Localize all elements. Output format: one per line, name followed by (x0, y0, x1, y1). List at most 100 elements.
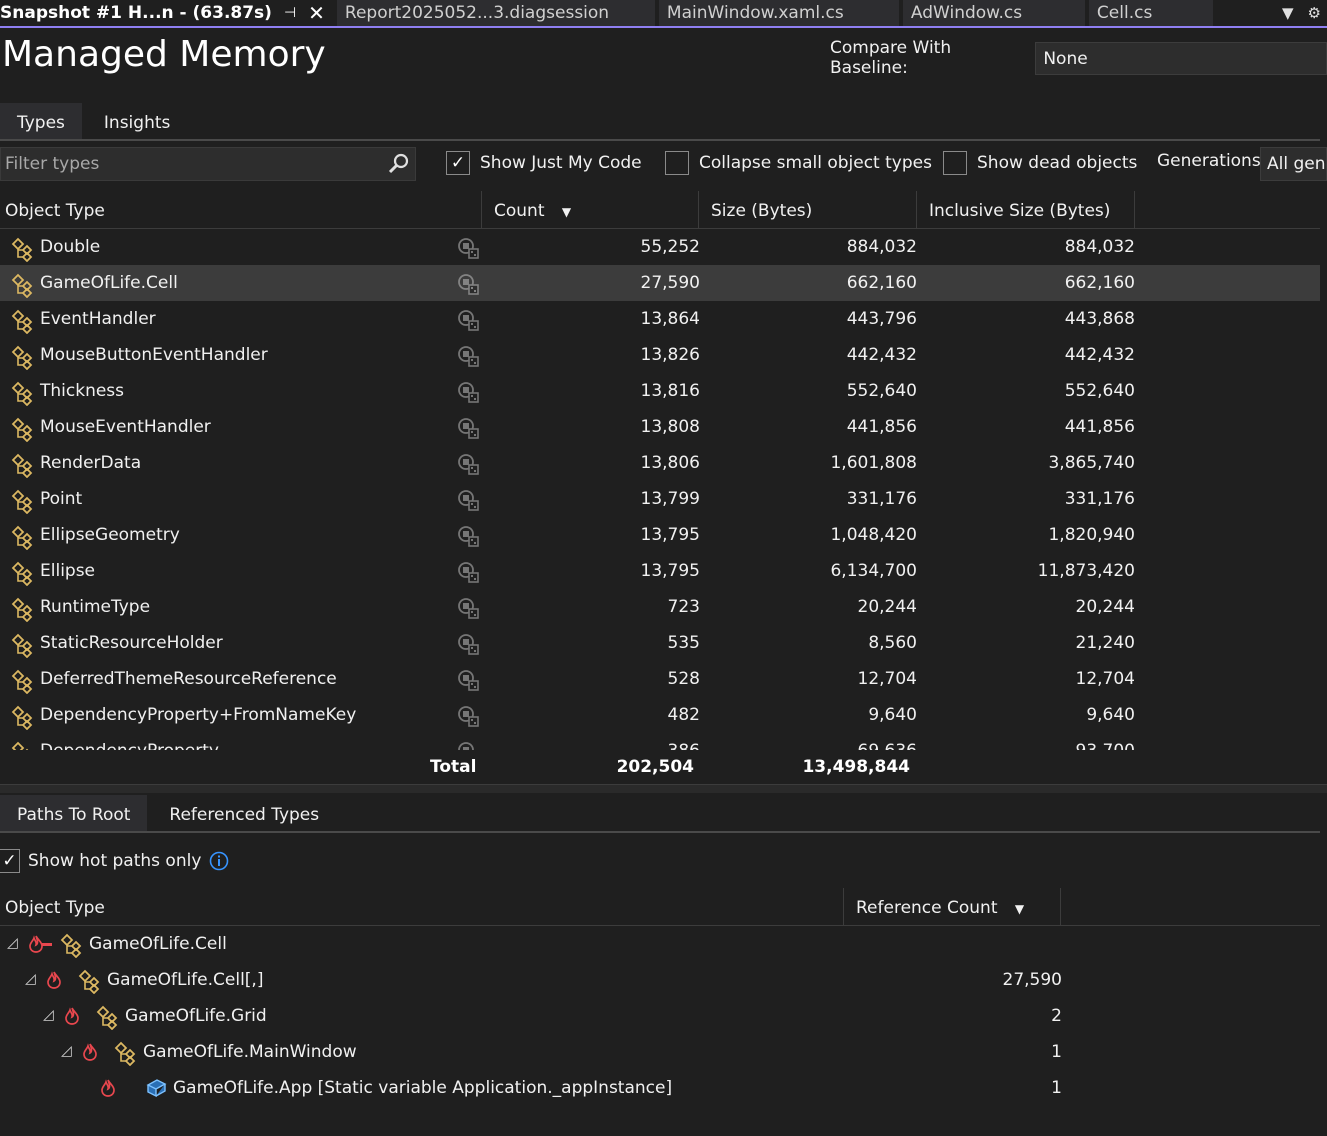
expand-collapse-icon[interactable]: ◿ (43, 1007, 54, 1023)
cell-count: 55,252 (640, 237, 700, 257)
class-icon (11, 740, 37, 750)
view-instances-icon[interactable] (457, 381, 479, 403)
collapse-small-checkbox[interactable] (665, 151, 689, 175)
page-title: Managed Memory (2, 34, 326, 75)
table-row[interactable]: MouseButtonEventHandler 13,826 442,432 442,… (0, 337, 1320, 373)
show-dead-toggle[interactable]: Show dead objects (943, 151, 1137, 175)
table-row[interactable]: EventHandler 13,864 443,796 443,868 (0, 301, 1320, 337)
table-row[interactable]: RenderData 13,806 1,601,808 3,865,740 (0, 445, 1320, 481)
show-just-my-code-toggle[interactable]: ✓ Show Just My Code (446, 151, 642, 175)
view-instances-icon[interactable] (457, 633, 479, 655)
table-row[interactable]: GameOfLife.Cell 27,590 662,160 662,160 (0, 265, 1320, 301)
table-row[interactable]: DependencyProperty+FromNameKey 482 9,640 9,… (0, 697, 1320, 733)
table-row[interactable]: Double 55,252 884,032 884,032 (0, 229, 1320, 265)
cell-object-type: MouseButtonEventHandler (40, 345, 268, 365)
collapse-small-toggle[interactable]: Collapse small object types (665, 151, 932, 175)
cell-size: 442,432 (846, 345, 917, 365)
tab-report[interactable]: Report2025052...3.diagsession (336, 0, 655, 26)
reference-count: 27,590 (1002, 970, 1062, 990)
tab-mainwindow[interactable]: MainWindow.xaml.cs (658, 0, 899, 26)
table-row[interactable]: DependencyProperty 38669,63693,700 (0, 733, 1320, 750)
column-header-path-object-type[interactable]: Object Type (0, 888, 844, 926)
cell-object-type: Double (40, 237, 101, 257)
tab-insights[interactable]: Insights (82, 103, 187, 140)
cell-count: 13,864 (640, 309, 700, 329)
expand-collapse-icon[interactable]: ◿ (25, 971, 36, 987)
view-instances-icon[interactable] (457, 525, 479, 547)
view-instances-icon[interactable] (457, 669, 479, 691)
reference-count: 1 (1051, 1078, 1062, 1098)
column-header-object-type[interactable]: Object Type (0, 191, 482, 229)
column-header-reference-count[interactable]: Reference Count ▼ (844, 888, 1061, 926)
column-header-size[interactable]: Size (Bytes) (699, 191, 917, 229)
tab-snapshot[interactable]: Snapshot #1 H...n - (63.87s) ⊣ ✕ (0, 0, 333, 26)
compare-baseline-select[interactable]: None (1035, 41, 1327, 75)
table-row[interactable]: StaticResourceHolder 535 8,560 21,240 (0, 625, 1320, 661)
tree-row[interactable]: GameOfLife.App [Static variable Applicat… (0, 1070, 1320, 1106)
hot-paths-toggle[interactable]: ✓ Show hot paths only (0, 849, 229, 873)
class-icon (60, 932, 86, 958)
view-instances-icon[interactable] (457, 597, 479, 619)
tree-row-label: GameOfLife.App [Static variable Applicat… (173, 1078, 673, 1098)
expand-collapse-icon[interactable]: ◿ (61, 1043, 72, 1059)
gear-icon[interactable]: ⚙ (1308, 4, 1321, 22)
view-instances-icon[interactable] (457, 453, 479, 475)
tab-mainwindow-label: MainWindow.xaml.cs (666, 3, 844, 23)
close-icon[interactable]: ✕ (308, 1, 325, 25)
cell-inclusive-size: 21,240 (1075, 633, 1135, 653)
cell-count: 13,808 (640, 417, 700, 437)
show-dead-checkbox[interactable] (943, 151, 967, 175)
column-header-count[interactable]: Count ▼ (482, 191, 699, 229)
search-icon[interactable] (387, 152, 411, 176)
table-row[interactable]: RuntimeType 723 20,244 20,244 (0, 589, 1320, 625)
pin-icon[interactable]: ⊣ (284, 5, 296, 21)
filter-types-input[interactable]: Filter types (0, 147, 416, 181)
generations-select[interactable]: All gen (1260, 147, 1327, 181)
view-instances-icon[interactable] (457, 273, 479, 295)
cell-inclusive-size: 3,865,740 (1048, 453, 1135, 473)
tab-cell[interactable]: Cell.cs (1088, 0, 1213, 26)
hot-path-flame-icon (101, 1079, 115, 1097)
view-instances-icon[interactable] (457, 309, 479, 331)
cell-object-type: Ellipse (40, 561, 96, 581)
view-instances-icon[interactable] (457, 345, 479, 367)
view-instances-icon[interactable] (457, 417, 479, 439)
tree-row[interactable]: ◿ GameOfLife.Cell (0, 926, 1320, 962)
tree-row[interactable]: ◿ GameOfLife.MainWindow 1 (0, 1034, 1320, 1070)
cell-size: 884,032 (846, 237, 917, 257)
tab-types[interactable]: Types (0, 103, 82, 140)
view-instances-icon[interactable] (457, 741, 479, 750)
expand-collapse-icon[interactable]: ◿ (7, 935, 18, 951)
tab-referenced-types[interactable]: Referenced Types (147, 795, 336, 832)
table-row[interactable]: MouseEventHandler 13,808 441,856 441,856 (0, 409, 1320, 445)
table-row[interactable]: EllipseGeometry 13,795 1,048,420 1,820,940 (0, 517, 1320, 553)
show-just-my-code-checkbox[interactable]: ✓ (446, 151, 470, 175)
view-instances-icon[interactable] (457, 237, 479, 259)
cell-object-type: Thickness (40, 381, 125, 401)
tab-adwindow[interactable]: AdWindow.cs (902, 0, 1085, 26)
tab-list-dropdown-icon[interactable]: ▼ (1282, 4, 1294, 22)
view-instances-icon[interactable] (457, 705, 479, 727)
table-row[interactable]: Point 13,799 331,176 331,176 (0, 481, 1320, 517)
info-icon[interactable] (209, 851, 229, 871)
tree-row[interactable]: ◿ GameOfLife.Grid 2 (0, 998, 1320, 1034)
cell-inclusive-size: 442,432 (1064, 345, 1135, 365)
table-row[interactable]: DeferredThemeResourceReference 528 12,704 1… (0, 661, 1320, 697)
cell-object-type: DeferredThemeResourceReference (40, 669, 337, 689)
cell-inclusive-size: 884,032 (1064, 237, 1135, 257)
view-instances-icon[interactable] (457, 489, 479, 511)
column-header-inclusive-size[interactable]: Inclusive Size (Bytes) (917, 191, 1135, 229)
totals-label: Total (430, 757, 477, 777)
cell-object-type: RuntimeType (40, 597, 151, 617)
table-row[interactable]: Ellipse 13,795 6,134,700 11,873,420 (0, 553, 1320, 589)
tab-paths-to-root[interactable]: Paths To Root (0, 795, 148, 832)
filter-placeholder: Filter types (5, 154, 100, 174)
table-row[interactable]: Thickness 13,816 552,640 552,640 (0, 373, 1320, 409)
lower-tab-divider (0, 831, 1320, 833)
view-instances-icon[interactable] (457, 561, 479, 583)
tree-row[interactable]: ◿ GameOfLife.Cell[,] 27,590 (0, 962, 1320, 998)
pane-splitter[interactable] (0, 784, 1327, 793)
cell-object-type: DependencyProperty (40, 733, 219, 750)
column-header-size-label: Size (Bytes) (711, 201, 813, 221)
hot-paths-checkbox[interactable]: ✓ (0, 849, 20, 873)
